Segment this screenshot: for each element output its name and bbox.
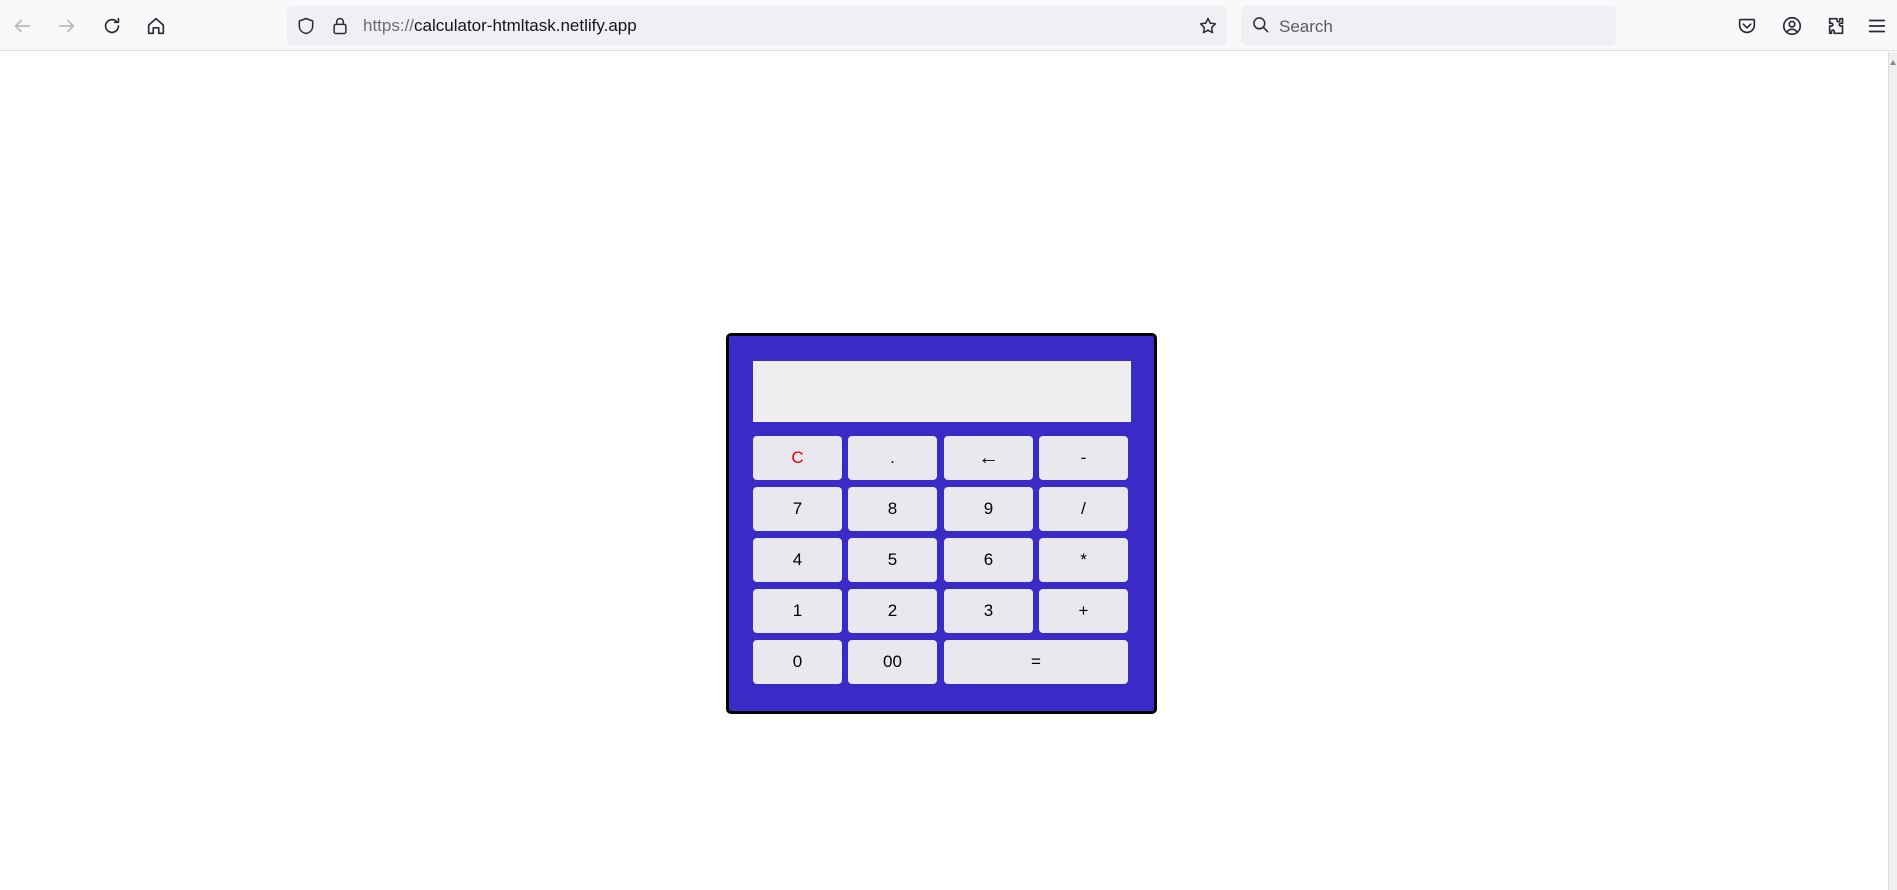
arrow-left-icon: [14, 19, 31, 33]
calculator: C . ← - 7 8 9 / 4 5 6 * 1 2 3 + 0 00 =: [726, 333, 1157, 714]
page-scrollbar[interactable]: [1888, 52, 1897, 890]
pocket-button[interactable]: [1730, 9, 1764, 43]
url-host: calculator-htmltask.netlify.app: [414, 16, 637, 35]
pocket-icon: [1738, 18, 1756, 34]
url-text[interactable]: https://calculator-htmltask.netlify.app: [363, 16, 637, 36]
search-bar[interactable]: Search: [1241, 6, 1616, 46]
key-4[interactable]: 4: [753, 538, 842, 582]
forward-button[interactable]: [50, 9, 84, 43]
url-bar[interactable]: https://calculator-htmltask.netlify.app: [287, 6, 1227, 46]
account-button[interactable]: [1775, 9, 1809, 43]
url-scheme: https://: [363, 16, 415, 35]
hamburger-menu-icon: [1868, 19, 1886, 33]
key-backspace[interactable]: ←: [944, 436, 1033, 480]
key-subtract[interactable]: -: [1039, 436, 1128, 480]
key-8[interactable]: 8: [848, 487, 937, 531]
calculator-display[interactable]: [753, 361, 1131, 422]
browser-toolbar: https://calculator-htmltask.netlify.app …: [0, 0, 1897, 51]
key-equals[interactable]: =: [944, 640, 1128, 684]
key-add[interactable]: +: [1039, 589, 1128, 633]
account-icon: [1782, 16, 1802, 36]
search-icon: [1251, 15, 1273, 37]
back-button[interactable]: [5, 9, 39, 43]
arrow-right-icon: [58, 19, 75, 33]
key-9[interactable]: 9: [944, 487, 1033, 531]
scroll-up-arrow-icon[interactable]: [1890, 60, 1896, 65]
puzzle-icon: [1828, 17, 1844, 35]
reload-icon: [104, 17, 120, 34]
key-1[interactable]: 1: [753, 589, 842, 633]
key-decimal[interactable]: .: [848, 436, 937, 480]
search-placeholder: Search: [1279, 17, 1333, 36]
star-icon[interactable]: [1197, 15, 1219, 37]
home-button[interactable]: [139, 9, 173, 43]
key-0[interactable]: 0: [753, 640, 842, 684]
key-2[interactable]: 2: [848, 589, 937, 633]
key-clear[interactable]: C: [753, 436, 842, 480]
key-double-zero[interactable]: 00: [848, 640, 937, 684]
reload-button[interactable]: [95, 9, 129, 43]
lock-icon[interactable]: [329, 15, 351, 37]
menu-button[interactable]: [1862, 9, 1892, 43]
key-3[interactable]: 3: [944, 589, 1033, 633]
home-icon: [147, 17, 165, 35]
key-divide[interactable]: /: [1039, 487, 1128, 531]
key-multiply[interactable]: *: [1039, 538, 1128, 582]
key-6[interactable]: 6: [944, 538, 1033, 582]
shield-icon[interactable]: [295, 15, 317, 37]
key-7[interactable]: 7: [753, 487, 842, 531]
extensions-button[interactable]: [1820, 9, 1854, 43]
key-5[interactable]: 5: [848, 538, 937, 582]
